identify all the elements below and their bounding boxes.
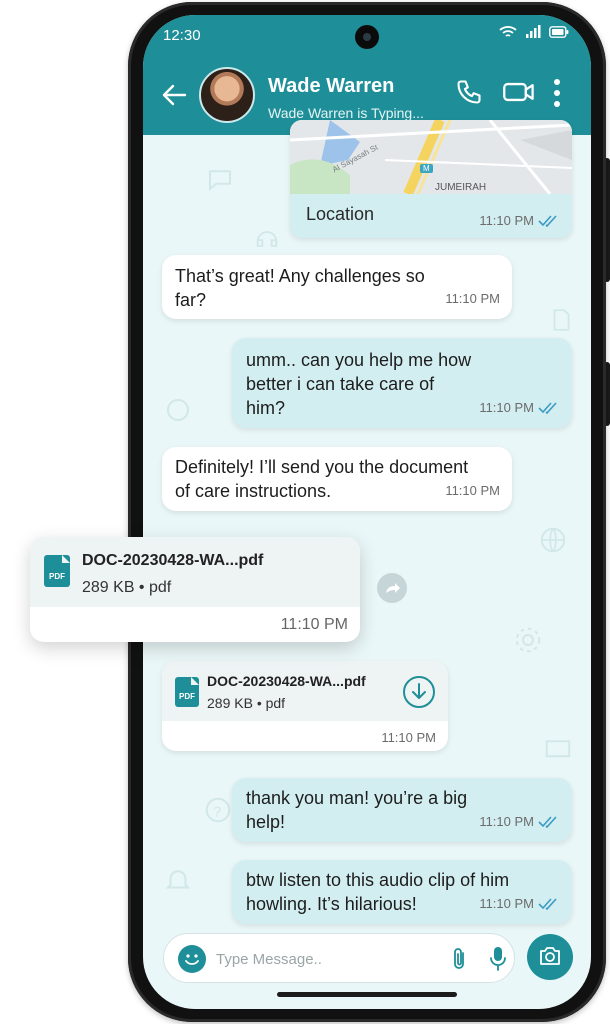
doodle-headphones-icon <box>256 231 278 247</box>
phone-call-icon[interactable] <box>455 77 483 107</box>
doodle-chat-icon <box>209 170 231 191</box>
chat-screen: ? 12:30 Wade Warren Wade Warren is Typin… <box>143 15 591 1009</box>
document-message[interactable]: PDF DOC-20230428-WA...pdf 289 KB • pdf 1… <box>162 661 448 751</box>
document-preview: PDF DOC-20230428-WA...pdf 289 KB • pdf <box>30 537 360 607</box>
document-popup-card[interactable]: PDF DOC-20230428-WA...pdf 289 KB • pdf 1… <box>30 537 360 642</box>
status-time: 12:30 <box>163 27 201 44</box>
emoji-icon <box>185 954 199 965</box>
battery-icon <box>549 26 569 38</box>
video-call-icon[interactable] <box>502 77 536 107</box>
message-line: That’s great! Any challenges so <box>175 266 425 286</box>
message-text: btw listen to this audio clip of him how… <box>246 868 509 916</box>
pdf-icon-label: PDF <box>179 692 195 701</box>
double-check-icon <box>538 214 557 227</box>
location-label: Location <box>306 204 375 224</box>
document-preview: PDF DOC-20230428-WA...pdf 289 KB • pdf <box>162 661 448 721</box>
time-text: 11:10 PM <box>479 896 534 911</box>
time-text: 11:10 PM <box>479 400 534 415</box>
message-time: 11:10 PM <box>280 616 348 633</box>
double-check-icon <box>538 816 557 828</box>
signal-icon <box>526 25 541 38</box>
doodle-document-icon <box>553 309 570 331</box>
message-line: btw listen to this audio clip of him <box>246 870 510 890</box>
chat-header: 12:30 Wade Warren Wade Warren is Typing.… <box>143 15 591 135</box>
message-line: far? <box>175 290 207 310</box>
microphone-icon[interactable] <box>488 945 508 973</box>
time-text: 11:10 PM <box>479 213 534 228</box>
front-camera <box>355 25 379 49</box>
wifi-icon <box>499 26 517 37</box>
message-time: 11:10 PM <box>479 892 560 916</box>
message-line: Definitely! I’ll send you the document <box>175 457 469 477</box>
document-filename: DOC-20230428-WA...pdf <box>207 673 366 689</box>
message-line: howling. It’s hilarious! <box>246 894 417 914</box>
stage: ? 12:30 Wade Warren Wade Warren is Typin… <box>0 0 610 1024</box>
camera-icon <box>540 947 560 965</box>
time-text: 11:10 PM <box>479 814 534 829</box>
avatar[interactable] <box>199 67 255 123</box>
message-time: 11:10 PM <box>381 730 436 745</box>
message-text: That’s great! Any challenges so far? <box>175 264 425 312</box>
map-metro-label: M <box>420 164 433 173</box>
document-meta: 289 KB • pdf <box>207 695 286 711</box>
home-indicator <box>277 992 457 997</box>
doodle-gear-icon <box>515 627 541 653</box>
pdf-file-icon: PDF <box>175 677 199 707</box>
forward-icon <box>386 583 400 593</box>
message-time: 11:10 PM <box>479 396 560 420</box>
message-text: Definitely! I’ll send you the document o… <box>175 455 468 503</box>
double-check-icon <box>538 898 557 910</box>
message-text: thank you man! you’re a big help! <box>246 786 467 834</box>
download-icon[interactable] <box>402 675 436 709</box>
message-time: 11:10 PM <box>445 291 500 306</box>
map-preview[interactable]: Al Sayasah St M JUMEIRAH <box>290 120 572 194</box>
document-meta: 289 KB • pdf <box>82 579 172 596</box>
double-check-icon <box>538 402 557 414</box>
message-bubble-outgoing[interactable]: umm.. can you help me how better i can t… <box>232 338 572 428</box>
contact-name[interactable]: Wade Warren <box>268 75 394 98</box>
message-line: better i can take care of <box>246 374 435 394</box>
message-time: 11:10 PM <box>445 483 500 498</box>
doodle-hand-icon <box>167 399 189 421</box>
attachment-icon[interactable] <box>450 946 470 972</box>
message-line: help! <box>246 812 286 832</box>
message-line: him? <box>246 398 286 418</box>
doodle-bell-icon <box>165 870 191 889</box>
map-area-label: JUMEIRAH <box>435 182 487 193</box>
message-line: of care instructions. <box>175 481 332 501</box>
back-arrow-icon[interactable] <box>159 79 191 111</box>
emoji-button[interactable] <box>178 945 206 973</box>
message-bubble-incoming[interactable]: That’s great! Any challenges so far? 11:… <box>162 255 512 319</box>
message-time: 11:10 PM <box>479 213 560 228</box>
location-message[interactable]: Al Sayasah St M JUMEIRAH Location 11:10 … <box>290 120 572 238</box>
message-bubble-incoming[interactable]: Definitely! I’ll send you the document o… <box>162 447 512 511</box>
message-composer <box>163 933 515 983</box>
typing-status: Wade Warren is Typing... <box>268 105 424 121</box>
map-image <box>290 120 572 194</box>
doodle-globe-icon <box>540 527 566 553</box>
message-bubble-outgoing[interactable]: btw listen to this audio clip of him how… <box>232 860 572 924</box>
svg-text:?: ? <box>213 803 221 820</box>
message-text: umm.. can you help me how better i can t… <box>246 348 471 420</box>
pdf-icon-label: PDF <box>49 572 65 581</box>
camera-button[interactable] <box>527 934 573 980</box>
doodle-monitor-icon <box>545 740 571 758</box>
message-line: thank you man! you’re a big <box>246 788 468 808</box>
more-options-icon[interactable] <box>551 77 563 109</box>
message-line: umm.. can you help me how <box>246 350 472 370</box>
document-filename: DOC-20230428-WA...pdf <box>82 552 264 569</box>
message-time: 11:10 PM <box>479 810 560 834</box>
message-bubble-outgoing[interactable]: thank you man! you’re a big help! 11:10 … <box>232 778 572 842</box>
forward-button[interactable] <box>377 573 407 603</box>
message-input[interactable] <box>216 946 436 972</box>
status-icons <box>499 25 569 39</box>
doodle-question-icon: ? <box>205 797 231 823</box>
pdf-file-icon: PDF <box>44 555 70 587</box>
